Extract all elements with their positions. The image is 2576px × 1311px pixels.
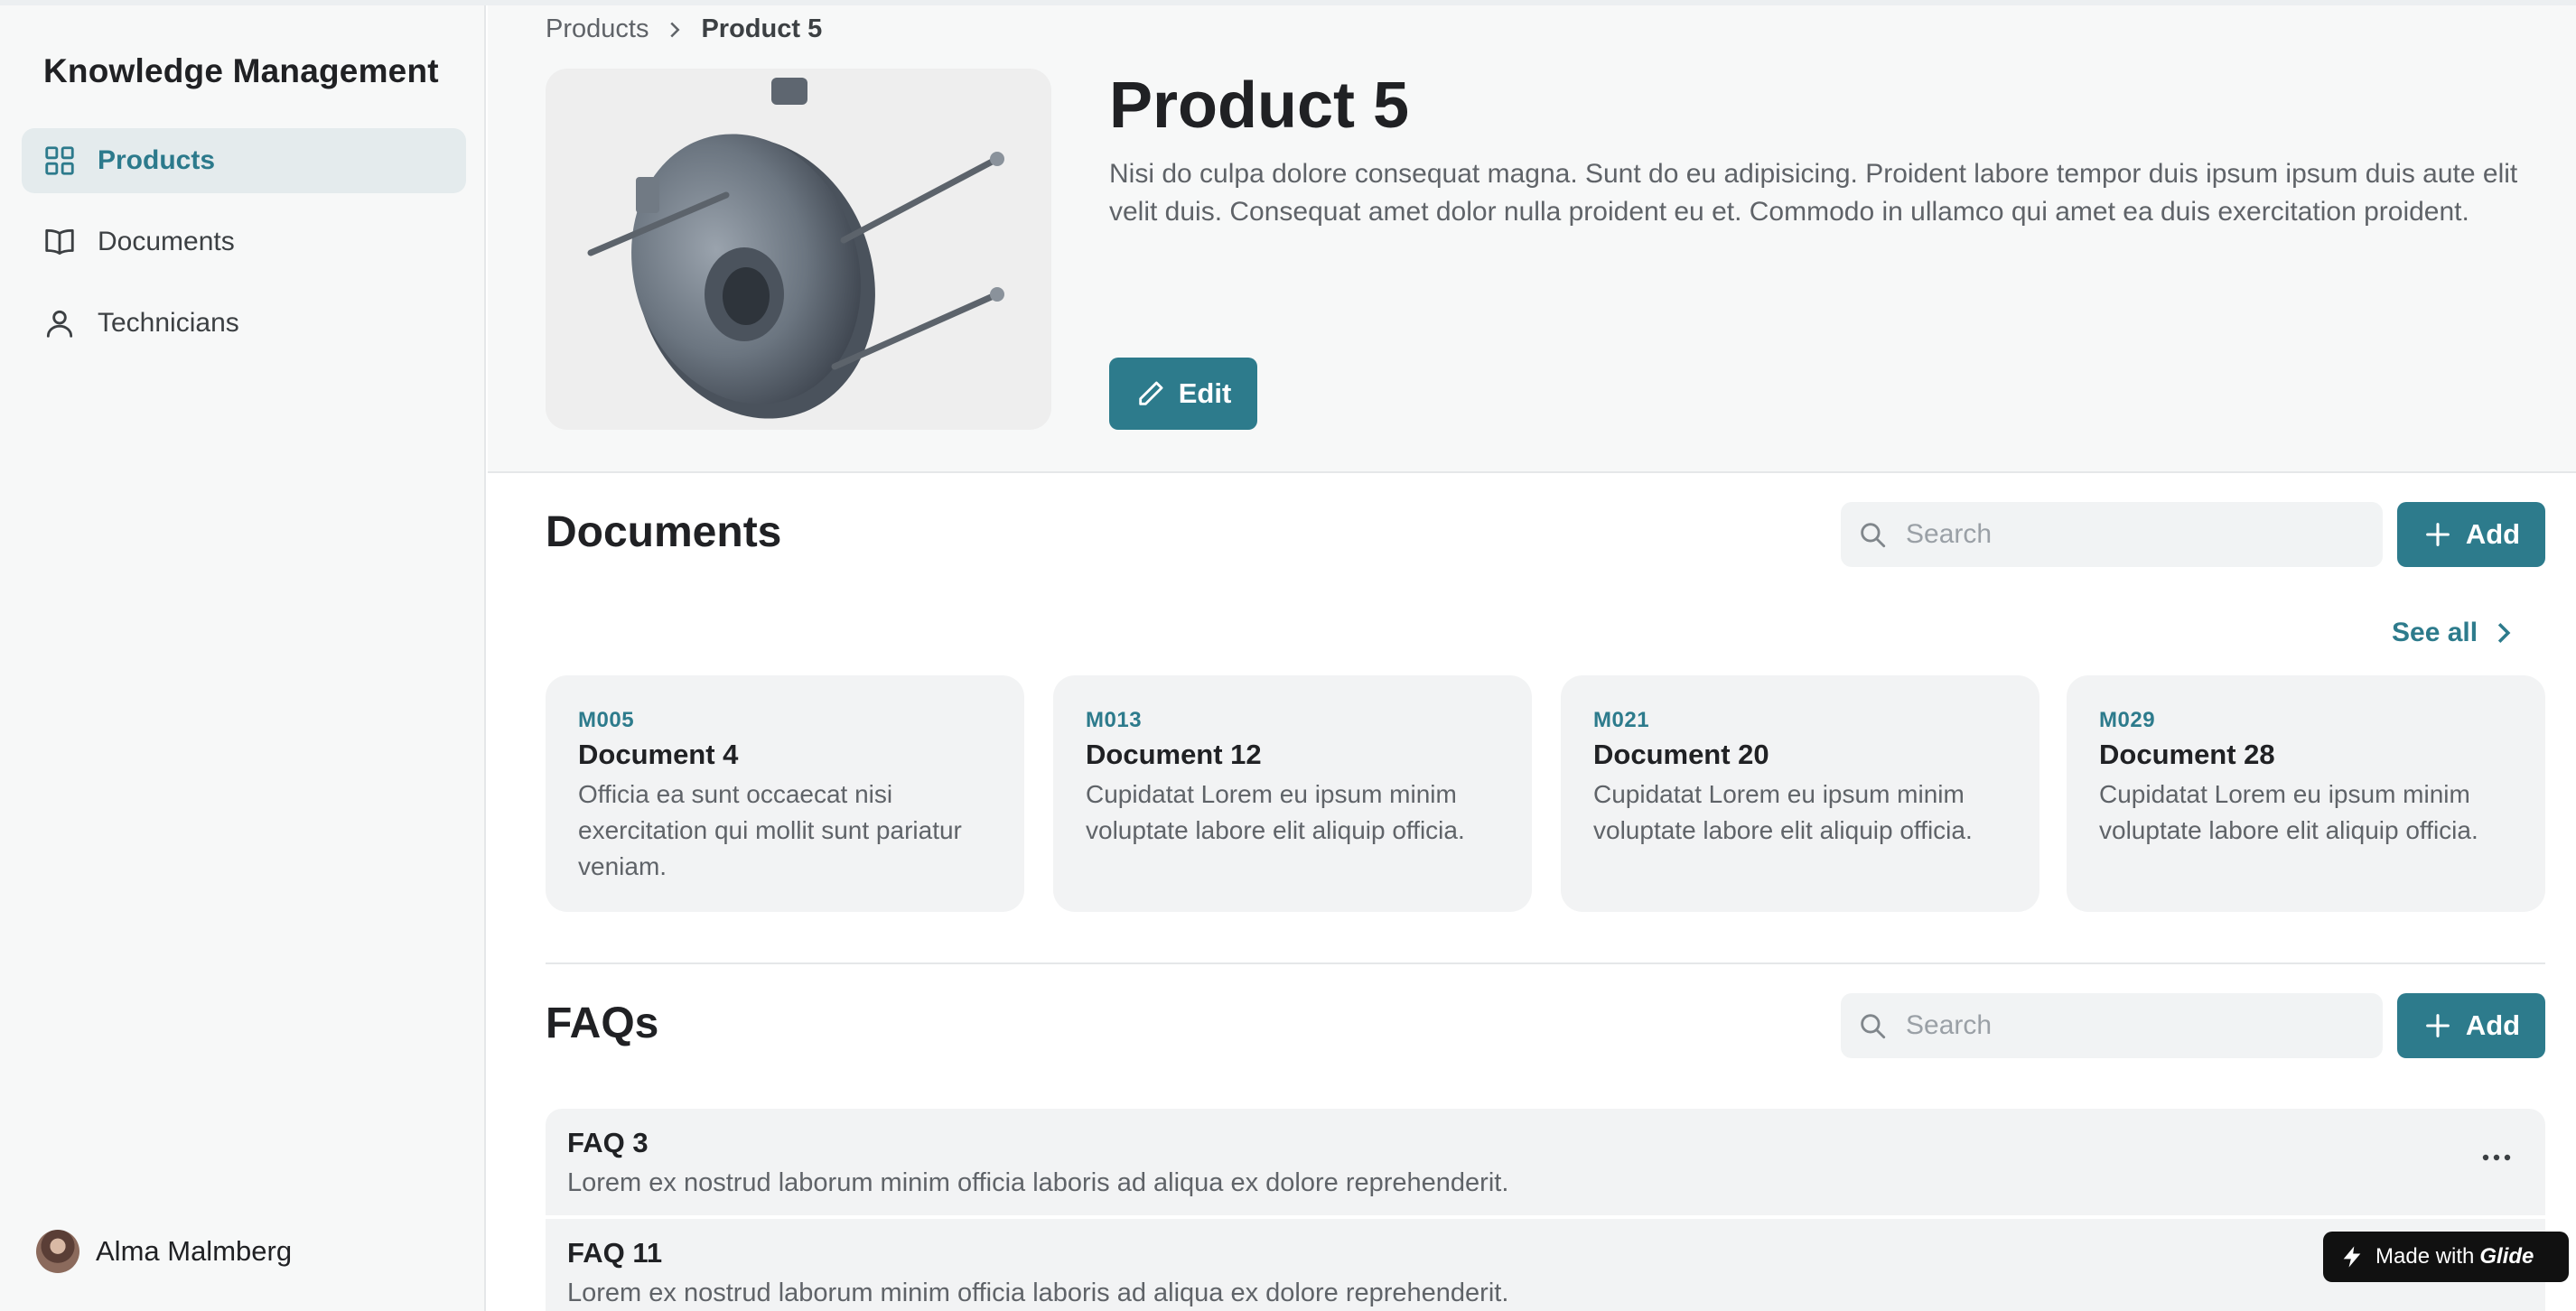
faq-row[interactable]: FAQ 11 Lorem ex nostrud laborum minim of… (546, 1219, 2545, 1311)
document-card[interactable]: M021 Document 20 Cupidatat Lorem eu ipsu… (1561, 675, 2039, 912)
documents-add-button[interactable]: Add (2397, 502, 2545, 567)
chevron-right-icon (670, 22, 680, 37)
person-icon (42, 305, 78, 341)
edit-button[interactable]: Edit (1109, 358, 1257, 430)
add-button-label: Add (2465, 1009, 2521, 1041)
faq-title: FAQ 11 (567, 1237, 663, 1269)
sidebar-item-label: Products (98, 145, 216, 175)
document-description: Cupidatat Lorem eu ipsum minim voluptate… (1086, 780, 1465, 844)
made-with-glide-badge[interactable]: Made with Glide (2323, 1232, 2569, 1282)
see-all-label: See all (2392, 618, 2478, 647)
document-code: M021 (1593, 708, 1650, 732)
user-profile[interactable]: Alma Malmberg (36, 1230, 292, 1273)
chevron-right-icon (2497, 622, 2511, 644)
faq-description: Lorem ex nostrud laborum minim officia l… (567, 1278, 1509, 1307)
documents-section-title: Documents (546, 508, 782, 556)
product-header: Products Product 5 Product 5 Nisi do cul… (488, 5, 2576, 473)
document-description: Officia ea sunt occaecat nisi exercitati… (578, 780, 962, 880)
document-code: M013 (1086, 708, 1143, 732)
documents-search-input[interactable] (1906, 519, 2357, 550)
document-title: Document 28 (2099, 739, 2275, 770)
product-title: Product 5 (1109, 70, 1410, 142)
sidebar-item-label: Technicians (98, 308, 239, 338)
app-title: Knowledge Management (43, 52, 439, 89)
see-all-link[interactable]: See all (2392, 618, 2514, 648)
plus-icon (2425, 523, 2450, 546)
sidebar-item-products[interactable]: Products (22, 128, 466, 193)
motor-part-image (587, 78, 1004, 419)
main-content: Products Product 5 Product 5 Nisi do cul… (488, 5, 2576, 1311)
breadcrumb: Products Product 5 (546, 14, 822, 44)
document-description: Cupidatat Lorem eu ipsum minim voluptate… (1593, 780, 1973, 844)
faqs-search-input[interactable] (1906, 1010, 2357, 1041)
badge-prefix: Made with (2375, 1244, 2475, 1269)
edit-button-label: Edit (1178, 377, 1232, 409)
bolt-icon (2343, 1246, 2361, 1268)
more-options-icon[interactable] (2478, 1148, 2515, 1167)
documents-search[interactable] (1841, 502, 2383, 567)
book-icon (42, 224, 78, 260)
product-description: Nisi do culpa dolore consequat magna. Su… (1109, 159, 2518, 227)
document-description: Cupidatat Lorem eu ipsum minim voluptate… (2099, 780, 2478, 844)
add-button-label: Add (2465, 518, 2521, 550)
document-code: M005 (578, 708, 635, 732)
document-card[interactable]: M013 Document 12 Cupidatat Lorem eu ipsu… (1053, 675, 1532, 912)
section-divider (546, 962, 2545, 964)
breadcrumb-parent[interactable]: Products (546, 14, 649, 44)
faqs-section-title: FAQs (546, 1000, 659, 1047)
faq-title: FAQ 3 (567, 1127, 649, 1158)
faq-description: Lorem ex nostrud laborum minim officia l… (567, 1168, 1509, 1197)
sidebar-item-label: Documents (98, 227, 235, 256)
document-title: Document 4 (578, 739, 739, 770)
document-title: Document 12 (1086, 739, 1262, 770)
avatar (36, 1230, 79, 1273)
search-icon (1861, 1014, 1886, 1039)
faq-row[interactable]: FAQ 3 Lorem ex nostrud laborum minim off… (546, 1109, 2545, 1215)
document-title: Document 20 (1593, 739, 1769, 770)
sidebar-item-technicians[interactable]: Technicians (22, 291, 466, 356)
product-image (546, 69, 1051, 430)
badge-brand: Glide (2479, 1244, 2534, 1269)
pencil-icon (1138, 381, 1163, 405)
faqs-add-button[interactable]: Add (2397, 993, 2545, 1058)
document-code: M029 (2099, 708, 2156, 732)
sidebar: Knowledge Management Products Documents … (0, 5, 486, 1311)
document-card[interactable]: M029 Document 28 Cupidatat Lorem eu ipsu… (2067, 675, 2545, 912)
user-name: Alma Malmberg (96, 1235, 293, 1267)
sidebar-item-documents[interactable]: Documents (22, 209, 466, 274)
search-icon (1861, 523, 1886, 548)
grid-icon (42, 143, 78, 179)
document-card[interactable]: M005 Document 4 Officia ea sunt occaecat… (546, 675, 1024, 912)
breadcrumb-current: Product 5 (701, 14, 823, 43)
plus-icon (2425, 1014, 2450, 1037)
faqs-search[interactable] (1841, 993, 2383, 1058)
